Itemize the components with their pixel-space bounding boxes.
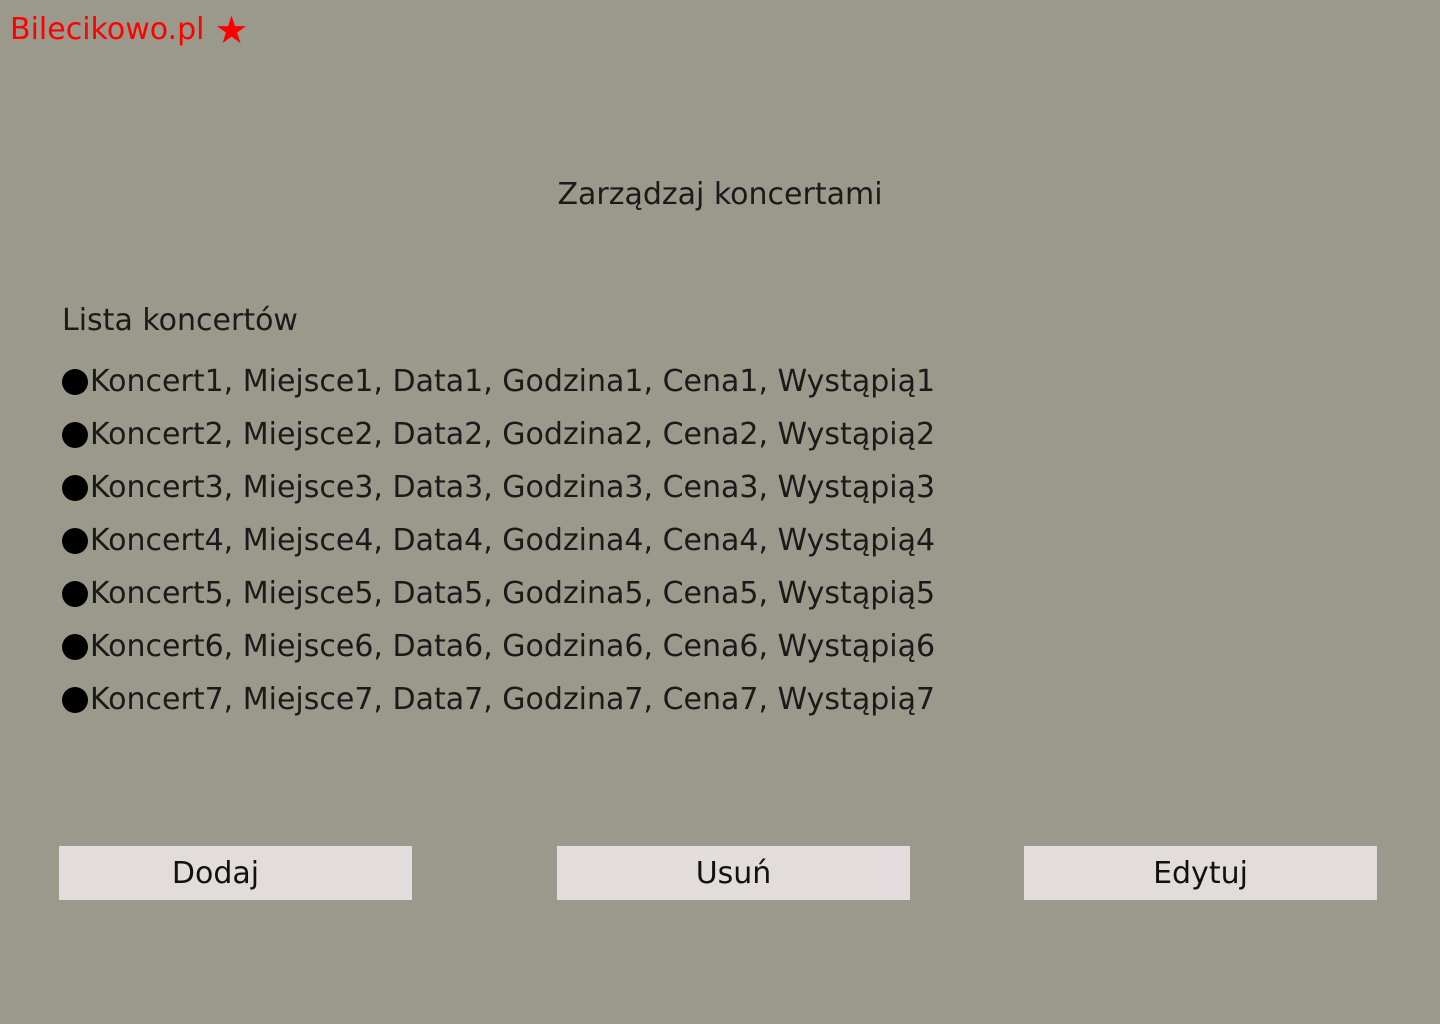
concert-item-text: Koncert1, Miejsce1, Data1, Godzina1, Cen… [90,363,936,399]
concert-list-item[interactable]: Koncert4, Miejsce4, Data4, Godzina4, Cen… [62,514,935,567]
bullet-icon [62,580,88,607]
concert-item-text: Koncert2, Miejsce2, Data2, Godzina2, Cen… [90,416,936,452]
concert-item-text: Koncert7, Miejsce7, Data7, Godzina7, Cen… [90,681,936,717]
concert-item-text: Koncert6, Miejsce6, Data6, Godzina6, Cen… [90,628,936,664]
bullet-icon [62,474,88,501]
bullet-icon [62,368,88,395]
bullet-icon [62,633,88,660]
bullet-icon [62,686,88,713]
concert-item-text: Koncert5, Miejsce5, Data5, Godzina5, Cen… [90,575,936,611]
star-icon: ★ [214,8,249,52]
concert-list-item[interactable]: Koncert3, Miejsce3, Data3, Godzina3, Cen… [62,461,935,514]
concert-list-item[interactable]: Koncert1, Miejsce1, Data1, Godzina1, Cen… [62,355,935,408]
brand-logo[interactable]: Bilecikowo.pl ★ [10,10,249,50]
concert-item-text: Koncert4, Miejsce4, Data4, Godzina4, Cen… [90,522,936,558]
bullet-icon [62,527,88,554]
concert-list-item[interactable]: Koncert2, Miejsce2, Data2, Godzina2, Cen… [62,408,935,461]
concert-item-text: Koncert3, Miejsce3, Data3, Godzina3, Cen… [90,469,936,505]
concert-list-item[interactable]: Koncert5, Miejsce5, Data5, Godzina5, Cen… [62,567,935,620]
remove-button[interactable]: Usuń [557,846,910,900]
concert-list-heading: Lista koncertów [62,303,298,338]
edit-button[interactable]: Edytuj [1024,846,1377,900]
concert-list: Koncert1, Miejsce1, Data1, Godzina1, Cen… [62,355,935,726]
concert-list-item[interactable]: Koncert6, Miejsce6, Data6, Godzina6, Cen… [62,620,935,673]
bullet-icon [62,421,88,448]
page-title: Zarządzaj koncertami [557,177,883,212]
concert-list-item[interactable]: Koncert7, Miejsce7, Data7, Godzina7, Cen… [62,673,935,726]
brand-name: Bilecikowo.pl [10,12,205,47]
add-button[interactable]: Dodaj [59,846,412,900]
